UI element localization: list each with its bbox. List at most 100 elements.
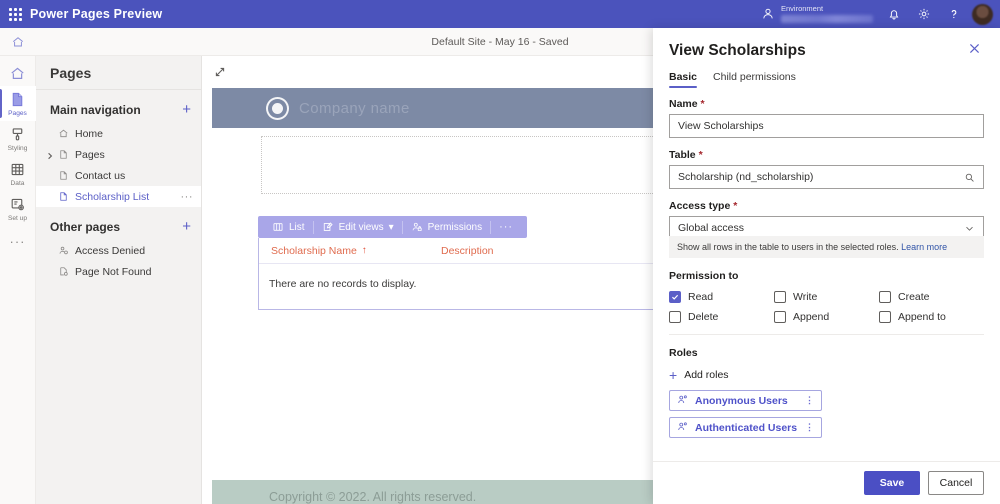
checkbox-delete-label: Delete: [688, 311, 718, 323]
bell-icon[interactable]: [879, 0, 909, 28]
sidebar-item-more-icon[interactable]: ···: [181, 191, 194, 203]
chevron-right-icon[interactable]: [46, 151, 54, 159]
topbar-actions: Environment: [761, 0, 1000, 28]
panel-footer: Save Cancel: [653, 461, 1000, 504]
checkbox-delete[interactable]: Delete: [669, 311, 774, 323]
sidebar-item-scholarship-list[interactable]: Scholarship List ···: [36, 186, 201, 207]
sidebar-item-contact-us[interactable]: Contact us: [36, 165, 201, 186]
section-divider: [669, 334, 984, 335]
toolbar-overflow-icon[interactable]: ···: [491, 221, 521, 233]
expand-diagonal-icon[interactable]: [209, 61, 231, 83]
save-button[interactable]: Save: [864, 471, 920, 495]
checkbox-append-to[interactable]: Append to: [879, 311, 984, 323]
gear-icon[interactable]: [909, 0, 939, 28]
panel-tabs: Basic Child permissions: [653, 60, 1000, 88]
rail-item-data[interactable]: Data: [0, 156, 36, 191]
tab-child-permissions[interactable]: Child permissions: [713, 71, 796, 88]
checkbox-create[interactable]: Create: [879, 291, 984, 303]
copyright-text: Copyright © 2022. All rights reserved.: [269, 490, 476, 504]
checkbox-append[interactable]: Append: [774, 311, 879, 323]
table-input-value: Scholarship (nd_scholarship): [678, 171, 813, 183]
sidebar-label-pages: Pages: [75, 149, 105, 161]
list-toolbar: List Edit views ▾ Permissions: [258, 216, 527, 238]
access-type-field-group: Access type * Global access Show all row…: [669, 200, 984, 258]
rail-label-data: Data: [11, 180, 25, 187]
access-type-hint: Show all rows in the table to users in t…: [669, 236, 984, 258]
chevron-down-icon[interactable]: [964, 223, 975, 234]
sidebar-item-page-not-found[interactable]: Page Not Found: [36, 261, 201, 282]
checkbox-create-box: [879, 291, 891, 303]
add-page-main-navigation-button[interactable]: +: [182, 102, 191, 117]
user-avatar[interactable]: [972, 4, 993, 25]
access-type-value: Global access: [678, 222, 744, 234]
rail-item-styling[interactable]: Styling: [0, 121, 36, 156]
checkbox-write[interactable]: Write: [774, 291, 879, 303]
add-roles-label: Add roles: [684, 369, 728, 381]
search-icon[interactable]: [964, 172, 975, 183]
home-icon: [58, 128, 69, 139]
table-field-group: Table * Scholarship (nd_scholarship): [669, 149, 984, 189]
role-menu-icon[interactable]: ⋮: [805, 397, 814, 404]
access-type-hint-text: Show all rows in the table to users in t…: [677, 242, 899, 252]
column-header-description[interactable]: Description: [441, 245, 659, 257]
sidebar-item-home[interactable]: Home: [36, 123, 201, 144]
checkbox-write-box: [774, 291, 786, 303]
rail-overflow-icon[interactable]: ···: [10, 234, 26, 249]
environment-selector[interactable]: Environment: [761, 5, 879, 23]
checkbox-read-label: Read: [688, 291, 713, 303]
waffle-grid-icon[interactable]: [0, 8, 30, 21]
company-name: Company name: [299, 100, 410, 117]
checkbox-write-label: Write: [793, 291, 817, 303]
rail-label-styling: Styling: [8, 145, 28, 152]
role-chip-authenticated-users[interactable]: Authenticated Users ⋮: [669, 417, 822, 438]
group-header-other-pages: Other pages +: [36, 207, 201, 240]
permissions-label: Permissions: [428, 222, 482, 233]
sidebar-label-page-not-found: Page Not Found: [75, 266, 151, 278]
checkbox-read[interactable]: Read: [669, 291, 774, 303]
group-title-main-navigation: Main navigation: [50, 103, 141, 117]
page-icon: [58, 191, 69, 202]
panel-header: View Scholarships: [653, 28, 1000, 60]
required-asterisk: *: [701, 98, 705, 110]
cancel-button[interactable]: Cancel: [928, 471, 984, 495]
plus-icon: +: [669, 368, 677, 382]
panel-body: Name * View Scholarships Table * Scholar…: [653, 88, 1000, 461]
group-title-other-pages: Other pages: [50, 220, 120, 234]
rail-item-pages[interactable]: Pages: [0, 86, 36, 121]
required-asterisk: *: [733, 200, 737, 212]
sidebar-item-access-denied[interactable]: Access Denied: [36, 240, 201, 261]
column-header-scholarship-name[interactable]: Scholarship Name ↑: [271, 245, 441, 257]
sidebar-item-pages[interactable]: Pages: [36, 144, 201, 165]
table-input[interactable]: Scholarship (nd_scholarship): [669, 165, 984, 189]
rail-item-home[interactable]: [0, 60, 36, 86]
role-menu-icon[interactable]: ⋮: [805, 424, 814, 431]
role-label-anonymous-users: Anonymous Users: [695, 395, 788, 407]
edit-views-button[interactable]: Edit views ▾: [314, 216, 402, 238]
checkbox-append-to-label: Append to: [898, 311, 946, 323]
add-page-other-pages-button[interactable]: +: [182, 219, 191, 234]
pages-panel-title: Pages: [36, 56, 201, 90]
rail-label-setup: Set up: [8, 215, 27, 222]
role-label-authenticated-users: Authenticated Users: [695, 422, 797, 434]
learn-more-link[interactable]: Learn more: [901, 242, 947, 252]
close-icon[interactable]: [968, 42, 984, 58]
page-icon: [58, 170, 69, 181]
name-input[interactable]: View Scholarships: [669, 114, 984, 138]
rail-item-setup[interactable]: Set up: [0, 191, 36, 226]
checkbox-delete-box: [669, 311, 681, 323]
table-field-label: Table *: [669, 149, 984, 161]
role-chip-anonymous-users[interactable]: Anonymous Users ⋮: [669, 390, 822, 411]
left-rail: Pages Styling Data Set up ···: [0, 56, 36, 504]
checkbox-read-box: [669, 291, 681, 303]
list-button[interactable]: List: [264, 216, 313, 238]
role-person-icon: [677, 394, 688, 408]
question-icon[interactable]: [939, 0, 969, 28]
tab-basic[interactable]: Basic: [669, 71, 697, 88]
permissions-button[interactable]: Permissions: [403, 216, 490, 238]
checkbox-append-to-box: [879, 311, 891, 323]
edit-views-label: Edit views: [339, 222, 384, 233]
rail-label-pages: Pages: [8, 110, 27, 117]
environment-icon: [761, 7, 775, 21]
add-roles-button[interactable]: + Add roles: [669, 368, 984, 382]
app-title: Power Pages Preview: [30, 7, 162, 21]
